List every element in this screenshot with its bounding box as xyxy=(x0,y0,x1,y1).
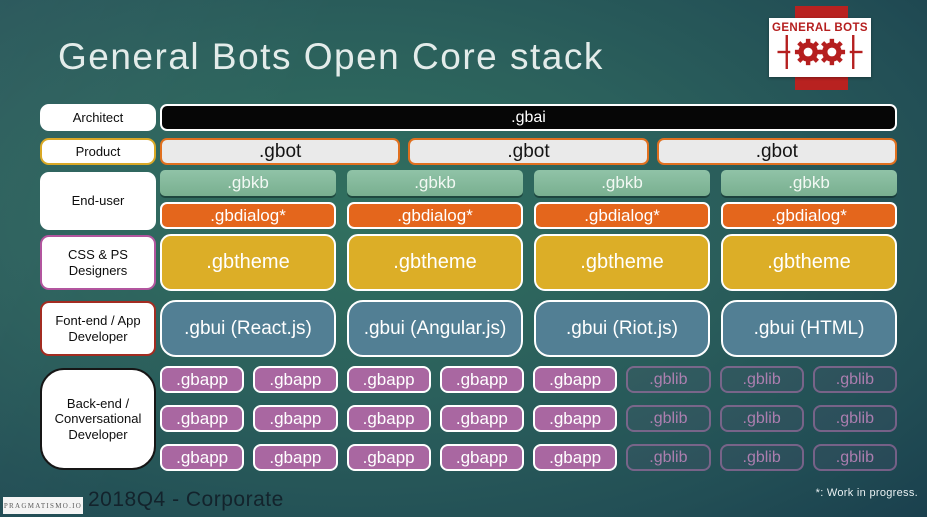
product-row: .gbot .gbot .gbot xyxy=(160,138,897,165)
gbapp-box: .gbapp xyxy=(346,405,431,432)
backend-row: .gbapp .gbapp .gbapp .gbapp .gbapp .gbli… xyxy=(160,444,897,471)
gblib-box: .gblib xyxy=(719,444,804,471)
gbtheme-box: .gbtheme xyxy=(347,234,523,291)
gbdialog-row: .gbdialog* .gbdialog* .gbdialog* .gbdial… xyxy=(160,202,897,229)
gbapp-box: .gbapp xyxy=(439,444,524,471)
backend-row: .gbapp .gbapp .gbapp .gbapp .gbapp .gbli… xyxy=(160,366,897,393)
gblib-box: .gblib xyxy=(812,444,897,471)
work-in-progress-note: *: Work in progress. xyxy=(815,487,918,499)
gbtheme-row: .gbtheme .gbtheme .gbtheme .gbtheme xyxy=(160,234,897,291)
gblib-box: .gblib xyxy=(812,366,897,393)
backend-row: .gbapp .gbapp .gbapp .gbapp .gbapp .gbli… xyxy=(160,405,897,432)
pragmatismo-logo: PRAGMATISMO.IO xyxy=(3,497,83,514)
gbot-box: .gbot xyxy=(656,138,897,165)
gears-icon xyxy=(776,35,864,74)
gbapp-box: .gbapp xyxy=(533,405,618,432)
gbapp-box: .gbapp xyxy=(160,366,245,393)
gbdialog-box: .gbdialog* xyxy=(347,202,523,229)
gbkb-box: .gbkb xyxy=(721,170,897,196)
gbdialog-box: .gbdialog* xyxy=(721,202,897,229)
row-label-frontend-developer: Font-end / App Developer xyxy=(40,301,156,356)
gbui-row: .gbui (React.js) .gbui (Angular.js) .gbu… xyxy=(160,300,897,357)
gbapp-box: .gbapp xyxy=(533,444,618,471)
gbai-bar: .gbai xyxy=(160,104,897,131)
gbapp-box: .gbapp xyxy=(533,366,618,393)
row-label-product: Product xyxy=(40,138,156,165)
gbtheme-box: .gbtheme xyxy=(721,234,897,291)
gbapp-box: .gbapp xyxy=(253,405,338,432)
gbkb-box: .gbkb xyxy=(347,170,523,196)
row-label-backend-developer: Back-end / Conversational Developer xyxy=(40,368,156,470)
gblib-box: .gblib xyxy=(626,405,711,432)
gblib-box: .gblib xyxy=(626,444,711,471)
gbkb-box: .gbkb xyxy=(534,170,710,196)
gbapp-box: .gbapp xyxy=(253,366,338,393)
row-label-css-ps-designers: CSS & PS Designers xyxy=(40,235,156,290)
gbkb-box: .gbkb xyxy=(160,170,336,196)
gbui-box: .gbui (Riot.js) xyxy=(534,300,710,357)
gbapp-box: .gbapp xyxy=(439,366,524,393)
architect-row: .gbai xyxy=(160,104,897,131)
gblib-box: .gblib xyxy=(626,366,711,393)
gbot-box: .gbot xyxy=(160,138,401,165)
general-bots-logo: GENERAL BOTS xyxy=(769,18,871,77)
gbapp-box: .gbapp xyxy=(346,444,431,471)
gbui-box: .gbui (HTML) xyxy=(721,300,897,357)
slide-canvas: General Bots Open Core stack GENERAL BOT… xyxy=(0,0,927,517)
gbapp-box: .gbapp xyxy=(160,405,245,432)
gbkb-row: .gbkb .gbkb .gbkb .gbkb xyxy=(160,170,897,196)
gbtheme-box: .gbtheme xyxy=(534,234,710,291)
gblib-box: .gblib xyxy=(719,405,804,432)
gbapp-box: .gbapp xyxy=(439,405,524,432)
gblib-box: .gblib xyxy=(812,405,897,432)
logo-brand-text: GENERAL BOTS xyxy=(772,22,868,34)
gbapp-box: .gbapp xyxy=(160,444,245,471)
row-label-end-user: End-user xyxy=(40,172,156,230)
gbui-box: .gbui (Angular.js) xyxy=(347,300,523,357)
pragmatismo-logo-text: PRAGMATISMO.IO xyxy=(3,501,83,510)
gbapp-box: .gbapp xyxy=(253,444,338,471)
gbot-box: .gbot xyxy=(408,138,649,165)
gbdialog-box: .gbdialog* xyxy=(160,202,336,229)
gbtheme-box: .gbtheme xyxy=(160,234,336,291)
row-label-architect: Architect xyxy=(40,104,156,131)
edition-text: 2018Q4 - Corporate xyxy=(88,488,284,511)
gblib-box: .gblib xyxy=(719,366,804,393)
gbdialog-box: .gbdialog* xyxy=(534,202,710,229)
gbui-box: .gbui (React.js) xyxy=(160,300,336,357)
gbapp-box: .gbapp xyxy=(346,366,431,393)
page-title: General Bots Open Core stack xyxy=(58,36,604,77)
